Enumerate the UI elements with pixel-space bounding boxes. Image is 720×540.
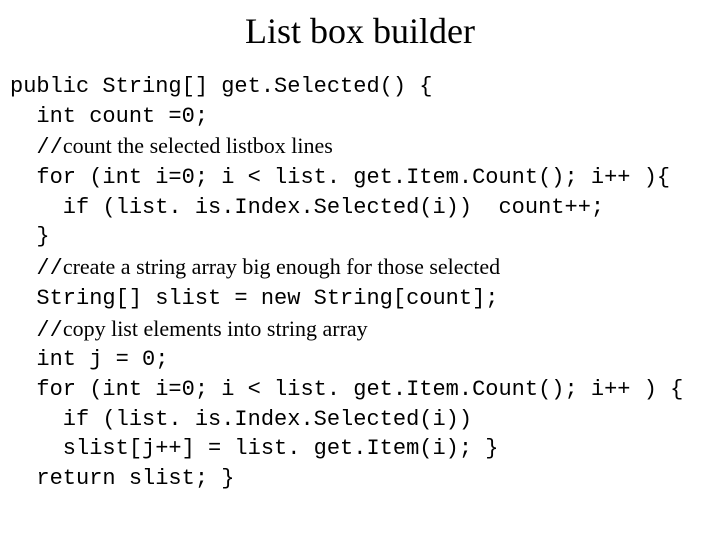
code-line-11: for (int i=0; i < list. get.Item.Count()…	[10, 377, 683, 402]
code-line-9-prefix: //	[10, 318, 63, 343]
code-block: public String[] get.Selected() { int cou…	[10, 72, 710, 494]
slide-title: List box builder	[10, 10, 710, 52]
code-line-12: if (list. is.Index.Selected(i))	[10, 407, 472, 432]
code-line-3-prefix: //	[10, 135, 63, 160]
slide: List box builder public String[] get.Sel…	[0, 0, 720, 504]
code-line-14: return slist; }	[10, 466, 234, 491]
code-line-9-comment: copy list elements into string array	[63, 316, 368, 341]
code-line-1: public String[] get.Selected() {	[10, 74, 432, 99]
code-line-8: String[] slist = new String[count];	[10, 286, 498, 311]
code-line-6: }	[10, 224, 50, 249]
code-line-3-comment: count the selected listbox lines	[63, 133, 333, 158]
code-line-4: for (int i=0; i < list. get.Item.Count()…	[10, 165, 670, 190]
code-line-13: slist[j++] = list. get.Item(i); }	[10, 436, 498, 461]
code-line-2: int count =0;	[10, 104, 208, 129]
code-line-5: if (list. is.Index.Selected(i)) count++;	[10, 195, 604, 220]
code-line-10: int j = 0;	[10, 347, 168, 372]
code-line-7-comment: create a string array big enough for tho…	[63, 254, 500, 279]
code-line-7-prefix: //	[10, 256, 63, 281]
